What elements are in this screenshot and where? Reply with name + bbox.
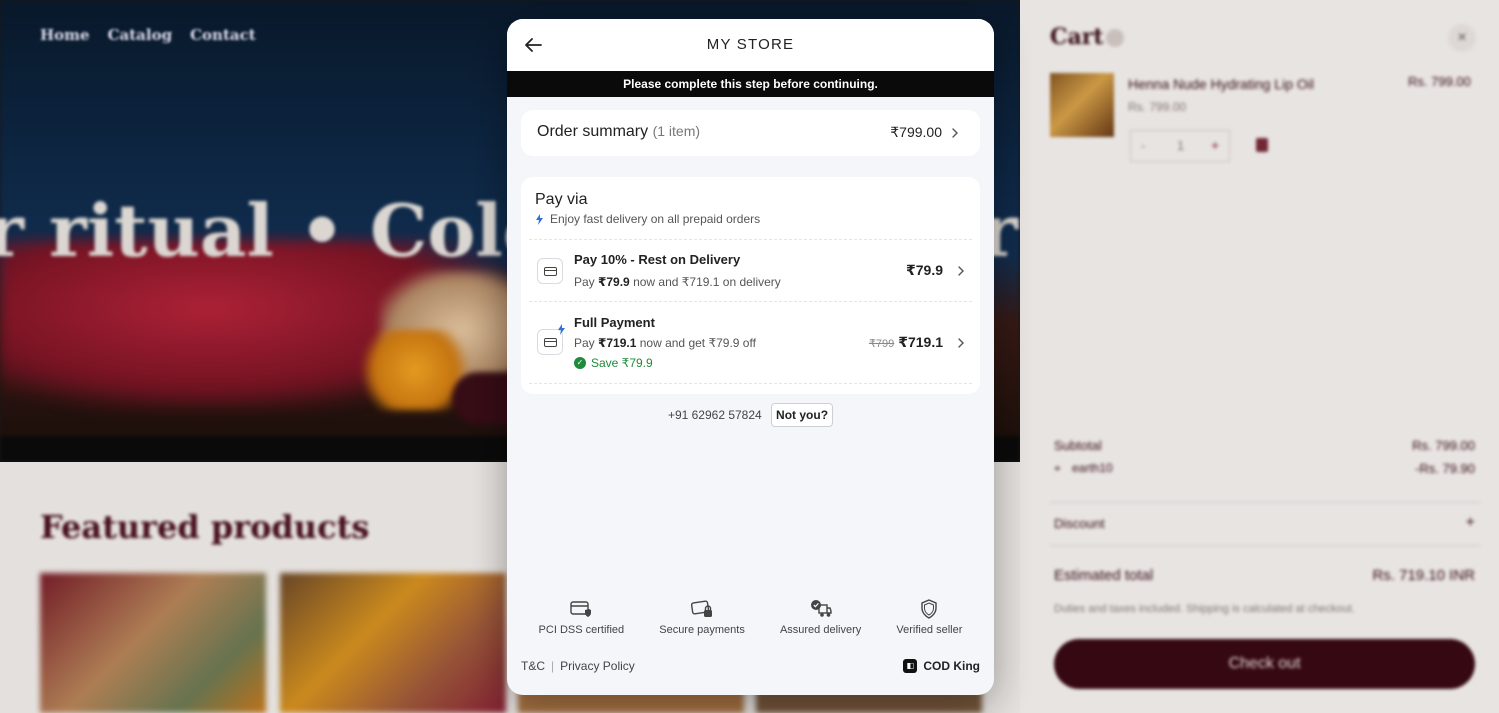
savings-badge: ✓ Save ₹79.9 bbox=[574, 356, 653, 370]
store-name: MY STORE bbox=[706, 36, 795, 53]
checkout-modal: MY STORE Please complete this step befor… bbox=[507, 19, 994, 695]
check-badge-icon: ✓ bbox=[574, 357, 586, 369]
order-item-count: (1 item) bbox=[652, 123, 701, 139]
order-total: ₹799.00 bbox=[890, 124, 942, 140]
trust-badge-label: Secure payments bbox=[659, 624, 745, 636]
order-summary-row[interactable]: Order summary (1 item) ₹799.00 bbox=[521, 110, 980, 156]
original-price: ₹799 bbox=[868, 338, 895, 350]
terms-link[interactable]: T&C bbox=[521, 659, 545, 673]
trust-badge-pci: PCI DSS certified bbox=[538, 599, 625, 636]
step-notice-banner: Please complete this step before continu… bbox=[507, 71, 994, 97]
phone-row: +91 62962 57824 Not you? bbox=[507, 403, 994, 427]
trust-badge-delivery: Assured delivery bbox=[780, 599, 861, 636]
footer-links: T&C | Privacy Policy bbox=[521, 659, 635, 673]
payment-option-partial[interactable]: Pay 10% - Rest on Delivery Pay ₹79.9 now… bbox=[521, 241, 980, 301]
trust-badge-label: Verified seller bbox=[896, 624, 963, 636]
trust-badge-secure: Secure payments bbox=[659, 599, 745, 636]
card-lock-icon bbox=[691, 600, 713, 617]
option-desc-post: now and ₹719.1 on delivery bbox=[629, 275, 781, 289]
delivery-truck-icon bbox=[810, 600, 832, 617]
option-desc-post: now and get ₹79.9 off bbox=[636, 336, 756, 350]
not-you-button[interactable]: Not you? bbox=[771, 403, 834, 427]
option-description: Pay ₹79.9 now and ₹719.1 on delivery bbox=[574, 275, 781, 289]
order-summary-label-wrap: Order summary (1 item) bbox=[537, 123, 700, 141]
phone-number: +91 62962 57824 bbox=[667, 408, 762, 422]
lightning-icon bbox=[536, 213, 543, 225]
divider bbox=[529, 383, 972, 384]
option-price: ₹719.1 bbox=[898, 334, 943, 350]
chevron-right-icon bbox=[952, 128, 958, 138]
option-price: ₹79.9 bbox=[906, 262, 943, 278]
trust-badge-label: PCI DSS certified bbox=[538, 624, 625, 636]
cod-king-logo-icon: ◧ bbox=[903, 659, 918, 673]
option-desc-amount: ₹79.9 bbox=[598, 275, 630, 289]
credit-card-icon bbox=[537, 258, 563, 284]
pay-via-subtitle: Enjoy fast delivery on all prepaid order… bbox=[535, 212, 760, 226]
privacy-policy-link[interactable]: Privacy Policy bbox=[560, 659, 635, 673]
option-desc-amount: ₹719.1 bbox=[598, 336, 637, 350]
option-price-wrap: ₹799 ₹719.1 bbox=[869, 334, 943, 351]
shield-check-icon bbox=[921, 599, 938, 619]
modal-header: MY STORE bbox=[507, 19, 994, 71]
payment-option-full[interactable]: Full Payment Pay ₹719.1 now and get ₹79.… bbox=[521, 302, 980, 384]
option-desc-pre: Pay bbox=[574, 336, 599, 350]
chevron-right-icon bbox=[958, 266, 964, 276]
trust-badges: PCI DSS certified Secure payments Assure… bbox=[521, 599, 980, 636]
trust-badge-label: Assured delivery bbox=[779, 624, 862, 636]
savings-text: Save ₹79.9 bbox=[591, 356, 653, 370]
lightning-icon bbox=[558, 324, 565, 335]
divider bbox=[529, 239, 972, 240]
option-desc-pre: Pay bbox=[574, 275, 599, 289]
pay-via-section: Pay via Enjoy fast delivery on all prepa… bbox=[521, 177, 980, 394]
trust-badge-verified: Verified seller bbox=[896, 599, 962, 636]
pay-via-title: Pay via bbox=[535, 191, 588, 208]
footer-separator: | bbox=[551, 659, 555, 673]
option-title: Full Payment bbox=[574, 315, 655, 330]
option-description: Pay ₹719.1 now and get ₹79.9 off bbox=[574, 336, 756, 350]
option-title: Pay 10% - Rest on Delivery bbox=[574, 252, 741, 267]
order-summary-label: Order summary bbox=[537, 123, 649, 140]
pay-via-subtitle-text: Enjoy fast delivery on all prepaid order… bbox=[550, 212, 761, 226]
card-shield-icon bbox=[570, 601, 592, 617]
chevron-right-icon bbox=[958, 338, 964, 348]
brand-name: COD King bbox=[923, 659, 980, 673]
powered-by-brand: ◧ COD King bbox=[903, 659, 980, 673]
